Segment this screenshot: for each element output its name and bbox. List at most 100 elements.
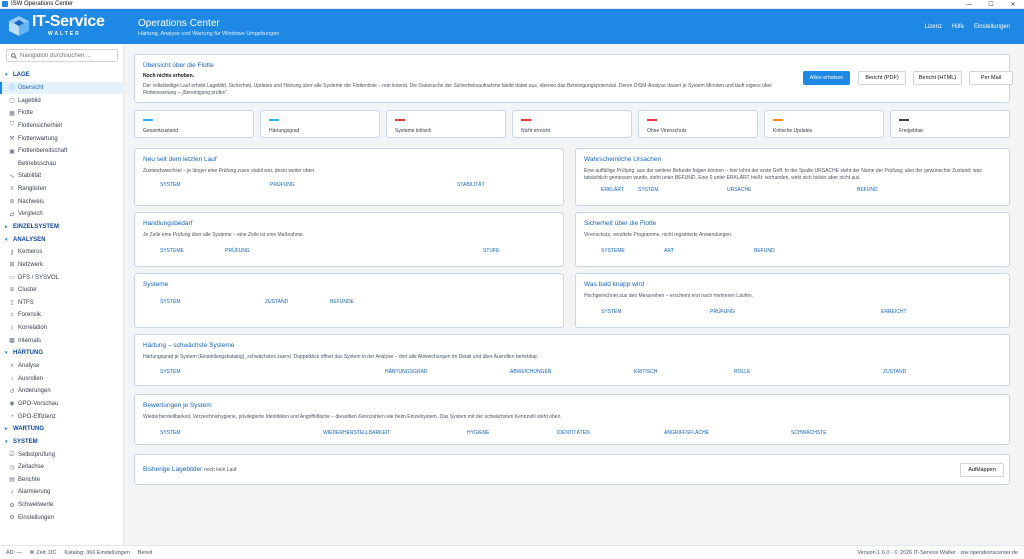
mail-button[interactable]: Per Mail (969, 71, 1013, 85)
nav-section-0[interactable]: ▾ LAGE (0, 69, 124, 82)
sidebar-item[interactable]: ∿ Stabilität (0, 170, 124, 183)
sidebar-item[interactable]: ▩ Internals (0, 334, 124, 347)
column-header[interactable]: ROLLE (734, 369, 750, 375)
kpi-tile: Härtungsgrad (260, 110, 380, 138)
license-link[interactable]: Lizenz (925, 24, 942, 30)
column-header[interactable]: STUFE (483, 248, 499, 254)
kpi-color-bar (395, 119, 405, 121)
status-version: Version 1.6.0 · © 2026 IT-Service Walter… (857, 549, 1018, 556)
nav-section-3[interactable]: ▾ HÄRTUNG (0, 347, 124, 360)
column-header[interactable]: ART (664, 248, 674, 254)
sidebar-item[interactable]: ▢ Lagebild (0, 94, 124, 107)
kpi-color-bar (521, 119, 531, 121)
page-subtitle: Härtung, Analyse und Wartung für Windows… (138, 31, 280, 37)
collect-all-button[interactable]: Alles erheben (803, 71, 850, 85)
expand-button[interactable]: Aufklappen (960, 463, 1004, 477)
nav-section-1[interactable]: ▸ EINZELSYSTEM (0, 221, 124, 234)
sidebar-item[interactable]: ⊛ Nachweis (0, 195, 124, 208)
sidebar-item[interactable]: ≡ Ranglisten (0, 183, 124, 196)
nav-section-2[interactable]: ▾ ANALYSEN (0, 233, 124, 246)
column-header[interactable]: URSACHE (727, 187, 751, 193)
sidebar-item[interactable]: ↺ Änderungen (0, 385, 124, 398)
column-header[interactable]: SYSTEM (160, 182, 181, 188)
column-header[interactable]: ANGRIFFSFLÄCHE (664, 430, 709, 436)
sidebar-item[interactable]: Betriebsschau (0, 157, 124, 170)
column-header[interactable]: ZUSTAND (883, 369, 906, 375)
column-header[interactable]: BEFUND (857, 187, 878, 193)
nav-section-label: LAGE (13, 72, 30, 79)
sidebar-item[interactable]: ▯ NTFS (0, 297, 124, 310)
sidebar-item[interactable]: ⓘ Übersicht (0, 81, 124, 95)
column-header[interactable]: ERKLÄRT (601, 187, 624, 193)
sidebar-item-label: Flottenwartung (18, 135, 58, 142)
network-icon: ⊞ (9, 262, 15, 269)
settings-link[interactable]: Einstellungen (974, 24, 1010, 30)
column-header[interactable]: SCHWÄCHSTE (791, 430, 827, 436)
column-header[interactable]: ERREICHT (881, 309, 907, 315)
sidebar-item[interactable]: ⚷ Kerberos (0, 246, 124, 259)
sidebar-item[interactable]: ▦ Flotte (0, 107, 124, 120)
window-titlebar: ISW Operations Center — ☐ ✕ (0, 0, 1024, 9)
column-header[interactable]: SYSTEME (160, 248, 184, 254)
sidebar-item[interactable]: ⇄ Vergleich (0, 208, 124, 221)
sidebar-item[interactable]: ▤ Berichte (0, 474, 124, 487)
column-header[interactable]: SYSTEM (638, 187, 659, 193)
kpi-tile: Freigebbar (890, 110, 1010, 138)
sidebar-item[interactable]: ◉ GPO-Vorschau (0, 398, 124, 411)
report-pdf-button[interactable]: Bericht (PDF) (858, 71, 906, 85)
table-header: SYSTEM PRÜFUNG ERREICHT (584, 309, 1001, 317)
column-header[interactable]: SYSTEM (160, 430, 181, 436)
sidebar-item[interactable]: ⧈ Cluster (0, 284, 124, 297)
column-header[interactable]: ZUSTAND (265, 299, 288, 305)
report-html-button[interactable]: Bericht (HTML) (913, 71, 962, 85)
column-header[interactable]: SYSTEM (601, 309, 622, 315)
column-header[interactable]: PRÜFUNG (270, 182, 295, 188)
column-header[interactable]: HYGIENE (467, 430, 490, 436)
kpi-label: Systeme kritisch (395, 128, 432, 134)
sidebar-item[interactable]: ◔ GPO-Effizienz (0, 410, 124, 423)
column-header[interactable]: ABWEICHUNGEN (510, 369, 551, 375)
kpi-color-bar (143, 119, 153, 121)
column-header[interactable]: KRITISCH (634, 369, 657, 375)
kpi-color-bar (773, 119, 783, 121)
key-icon: ⚷ (9, 249, 15, 256)
sidebar-item[interactable]: ↓ Ausrollen (0, 372, 124, 385)
sidebar-item[interactable]: ⚙ Schwellwerte (0, 499, 124, 512)
search-icon (11, 52, 17, 59)
sidebar-item[interactable]: ⚙ Einstellungen (0, 511, 124, 524)
nav-search[interactable] (6, 49, 118, 62)
sidebar-item[interactable]: ⌕ Forensik (0, 309, 124, 322)
column-header[interactable]: WIEDERHERSTELLBARKEIT (323, 430, 390, 436)
column-header[interactable]: PRÜFUNG (225, 248, 250, 254)
sidebar-item[interactable]: ⛉ Flottensicherheit (0, 120, 124, 133)
column-header[interactable]: PRÜFUNG (710, 309, 735, 315)
column-header[interactable]: BEFUND (754, 248, 775, 254)
nav-section-4[interactable]: ▸ WARTUNG (0, 423, 124, 436)
column-header[interactable]: IDENTITÄTEN (557, 430, 590, 436)
card-title: Härtung – schwächste Systeme (143, 342, 235, 349)
sidebar-item[interactable]: ⊞ Netzwerk (0, 259, 124, 272)
column-header[interactable]: BEFUNDE (330, 299, 354, 305)
sidebar-item[interactable]: ▣ Flottenbereitschaft (0, 145, 124, 158)
sidebar-item[interactable]: ⚒ Flottenwartung (0, 132, 124, 145)
sidebar-item[interactable]: ⌇ Korrelation (0, 322, 124, 335)
minimize-button[interactable]: — (958, 0, 980, 9)
table-header: SYSTEM ZUSTAND BEFUNDE (143, 299, 555, 307)
column-header[interactable]: SYSTEM (160, 369, 181, 375)
search-input[interactable] (20, 52, 110, 59)
column-header[interactable]: SYSTEME (601, 248, 625, 254)
sidebar-item[interactable]: ♪ Alarmierung (0, 486, 124, 499)
nav-section-label: SYSTEM (13, 438, 38, 445)
nav-section-5[interactable]: ▾ SYSTEM (0, 436, 124, 449)
help-link[interactable]: Hilfe (952, 24, 964, 30)
column-header[interactable]: SYSTEM (160, 299, 181, 305)
sidebar-item[interactable]: ▭ DFS / SYSVOL (0, 271, 124, 284)
column-header[interactable]: STABILITÄT (457, 182, 485, 188)
column-header[interactable]: HÄRTUNGSGRAD (385, 369, 427, 375)
sidebar-item[interactable]: ☑ Selbstprüfung (0, 448, 124, 461)
sidebar-item-label: Nachweis (18, 198, 45, 205)
maximize-button[interactable]: ☐ (980, 0, 1002, 9)
close-button[interactable]: ✕ (1002, 0, 1024, 9)
sidebar-item[interactable]: ◷ Zeitachse (0, 461, 124, 474)
sidebar-item[interactable]: ⌕ Analyse (0, 360, 124, 373)
